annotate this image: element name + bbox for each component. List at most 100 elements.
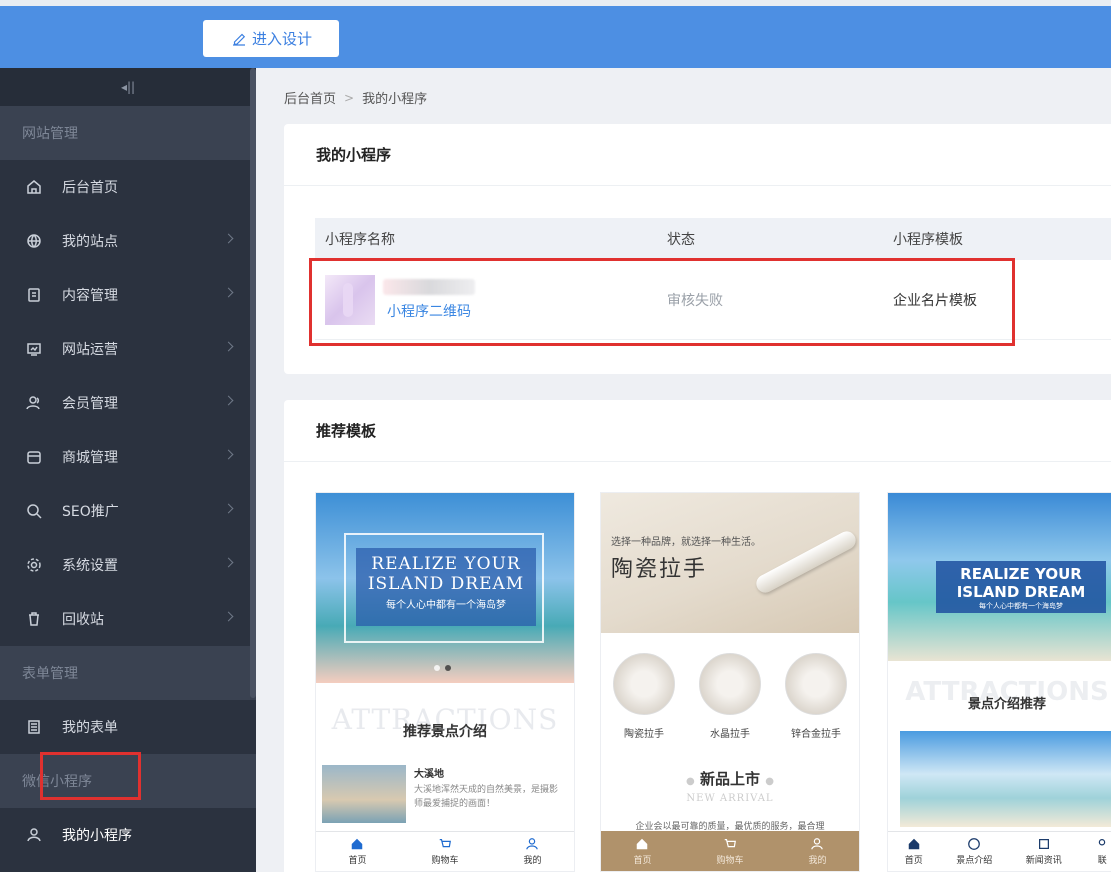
sidebar-item-label: 后台首页: [62, 180, 118, 196]
col-status: 状态: [667, 232, 695, 248]
section-heading: 推荐景点介绍: [403, 724, 487, 740]
user-icon: [526, 838, 539, 850]
col-name: 小程序名称: [325, 232, 395, 248]
tab-news: 新闻资讯: [1026, 837, 1062, 866]
highlight-box-sidebar: [40, 752, 141, 800]
beach-image: [900, 731, 1111, 827]
spot-name: 大溪地: [414, 769, 444, 780]
monitor-icon: [26, 341, 42, 357]
main-content: 后台首页 > 我的小程序 我的小程序 小程序名称 状态 小程序模板 小程序二维码…: [256, 68, 1111, 872]
chevron-right-icon: [223, 449, 234, 460]
hero-caption: REALIZE YOUR ISLAND DREAM 每个人心中都有一个海岛梦: [936, 561, 1106, 613]
breadcrumb-separator: >: [344, 90, 355, 105]
home-icon: [637, 838, 648, 849]
tab-me: 我的: [808, 837, 827, 866]
card-title: 推荐模板: [284, 400, 1111, 462]
new-arrival-title: ● 新品上市 ●: [686, 770, 774, 788]
spot-desc: 大溪地浑然天成的自然美景，是摄影师最爱捕捉的画面！: [414, 785, 559, 809]
table-header: 小程序名称 状态 小程序模板: [315, 218, 1111, 260]
sidebar-item-label: 我的表单: [62, 720, 118, 736]
chevron-right-icon: [223, 341, 234, 352]
cart-icon: [724, 838, 736, 847]
product-list: 陶瓷拉手 水晶拉手 锌合金拉手: [601, 653, 859, 740]
breadcrumb-home[interactable]: 后台首页: [284, 88, 336, 107]
template-card-ceramic[interactable]: 选择一种品牌，就选择一种生活。 陶瓷拉手 陶瓷拉手 水晶拉手 锌合金拉手 ● 新…: [600, 492, 860, 872]
sidebar-item-label: 会员管理: [62, 396, 118, 412]
sidebar-item-settings[interactable]: 系统设置: [0, 538, 256, 592]
group-form-management: 表单管理: [0, 646, 256, 700]
sidebar-item-shop[interactable]: 商城管理: [0, 430, 256, 484]
sidebar-item-label: 回收站: [62, 612, 104, 628]
document-icon: [26, 287, 42, 303]
sidebar-item-content[interactable]: 内容管理: [0, 268, 256, 322]
enter-design-label: 进入设计: [251, 30, 312, 48]
sidebar-item-my-sites[interactable]: 我的站点: [0, 214, 256, 268]
home-icon: [352, 838, 363, 850]
user-icon: [26, 827, 42, 843]
product-image: [613, 653, 675, 715]
sidebar-item-label: SEO推广: [62, 504, 119, 520]
new-arrival-sub: NEW ARRIVAL: [686, 793, 774, 804]
sidebar-item-dashboard[interactable]: 后台首页: [0, 160, 256, 214]
sidebar-item-recycle[interactable]: 回收站: [0, 592, 256, 646]
globe-icon: [26, 233, 42, 249]
product-item: 锌合金拉手: [785, 653, 847, 740]
spot-item: 大溪地 大溪地浑然天成的自然美景，是摄影师最爱捕捉的画面！: [322, 765, 564, 823]
home-icon: [26, 179, 42, 195]
tab-bar: 首页 购物车 我的: [316, 831, 574, 871]
group-site-management: 网站管理: [0, 106, 256, 160]
collapse-icon: ◂||: [120, 80, 136, 94]
sidebar-item-operations[interactable]: 网站运营: [0, 322, 256, 376]
template-card-island[interactable]: REALIZE YOUR ISLAND DREAM 每个人心中都有一个海岛梦 A…: [315, 492, 575, 872]
chevron-right-icon: [223, 287, 234, 298]
tab-cart: 购物车: [431, 837, 459, 866]
tab-home: 首页: [633, 837, 652, 866]
sidebar-item-members[interactable]: 会员管理: [0, 376, 256, 430]
tab-home: 首页: [348, 837, 367, 866]
tab-bar: 首页 景点介绍 新闻资讯 联: [888, 831, 1111, 871]
tab-attractions: 景点介绍: [956, 837, 992, 866]
tab-me: 我的: [523, 837, 542, 866]
breadcrumb-current: 我的小程序: [362, 92, 428, 107]
sidebar-collapse-toggle[interactable]: ◂||: [0, 68, 256, 106]
form-icon: [26, 719, 42, 735]
sidebar-item-label: 系统设置: [62, 558, 118, 574]
breadcrumb: 后台首页 > 我的小程序: [284, 88, 428, 108]
shop-icon: [26, 449, 42, 465]
spot-image: [322, 765, 406, 823]
highlight-box-row: [309, 258, 1015, 346]
pencil-icon: [232, 33, 246, 46]
section-heading: 景点介绍推荐: [967, 697, 1046, 712]
product-image: [699, 653, 761, 715]
browser-strip: [0, 0, 1111, 6]
col-template: 小程序模板: [893, 232, 963, 248]
tab-cart: 购物车: [716, 837, 744, 866]
sidebar-item-label: 内容管理: [62, 288, 118, 304]
template-card-attractions[interactable]: REALIZE YOUR ISLAND DREAM 每个人心中都有一个海岛梦 A…: [887, 492, 1111, 872]
chevron-right-icon: [223, 557, 234, 568]
chevron-right-icon: [223, 233, 234, 244]
tab-bar: 首页 购物车 我的: [601, 831, 859, 871]
news-icon: [1038, 839, 1049, 849]
sidebar-item-seo[interactable]: SEO推广: [0, 484, 256, 538]
tab-home: 首页: [905, 837, 923, 866]
card-title: 我的小程序: [284, 124, 1111, 186]
gear-icon: [26, 557, 42, 573]
cart-icon: [439, 839, 451, 848]
top-bar: 进入设计: [0, 0, 1111, 68]
product-image: [785, 653, 847, 715]
product-item: 水晶拉手: [699, 653, 761, 740]
enter-design-button[interactable]: 进入设计: [203, 20, 339, 57]
sidebar-item-my-miniprogram[interactable]: 我的小程序: [0, 808, 256, 862]
trash-icon: [26, 611, 42, 627]
user-group-icon: [26, 395, 42, 411]
image-icon: [968, 838, 981, 850]
sidebar-item-label: 我的站点: [62, 234, 118, 250]
carousel-dots: [434, 665, 451, 671]
chevron-right-icon: [223, 395, 234, 406]
sidebar-item-my-forms[interactable]: 我的表单: [0, 700, 256, 754]
chevron-right-icon: [223, 611, 234, 622]
sidebar-item-label: 我的小程序: [62, 828, 132, 844]
user-icon: [811, 837, 824, 849]
sidebar-item-label: 商城管理: [62, 450, 118, 466]
